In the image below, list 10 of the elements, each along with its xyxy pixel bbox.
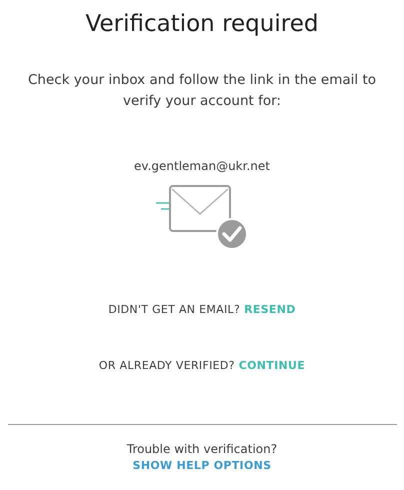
help-options-link[interactable]: SHOW HELP OPTIONS	[132, 458, 272, 474]
instruction-text: Check your inbox and follow the link in the email to verify your account for:	[27, 71, 377, 111]
help-prompt: Trouble with verification?	[126, 441, 278, 457]
prompt-text: DIDN'T GET AN EMAIL?	[108, 302, 240, 318]
email-address: ev.gentleman@ukr.net	[134, 158, 270, 174]
resend-link[interactable]: RESEND	[244, 302, 296, 318]
page-title: Verification required	[86, 10, 318, 39]
email-verified-icon	[156, 184, 248, 250]
prompt-text: OR ALREADY VERIFIED?	[98, 358, 235, 374]
continue-link[interactable]: CONTINUE	[238, 358, 306, 374]
